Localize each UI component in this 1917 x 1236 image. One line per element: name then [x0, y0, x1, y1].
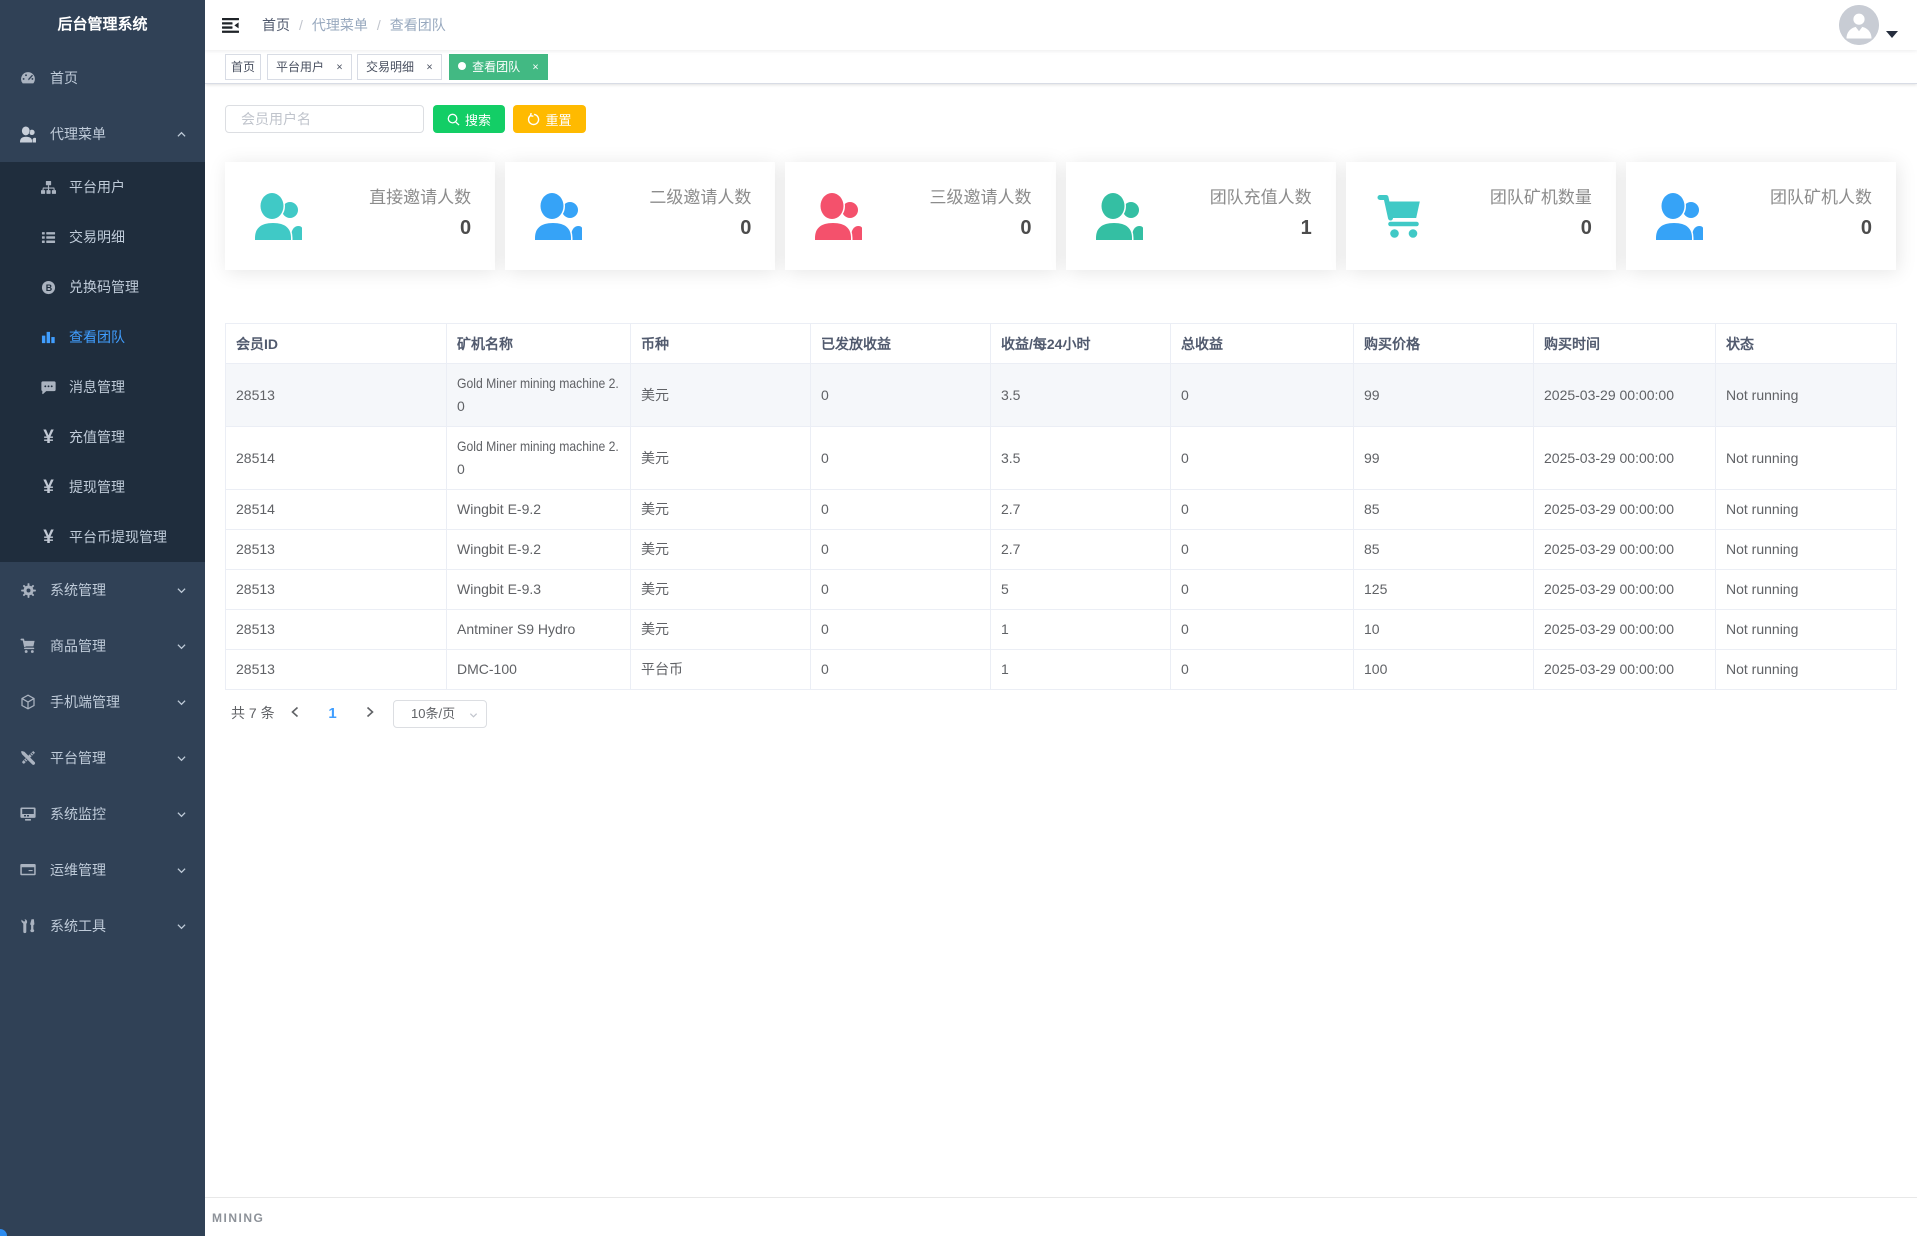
svg-text:B: B [46, 282, 53, 292]
